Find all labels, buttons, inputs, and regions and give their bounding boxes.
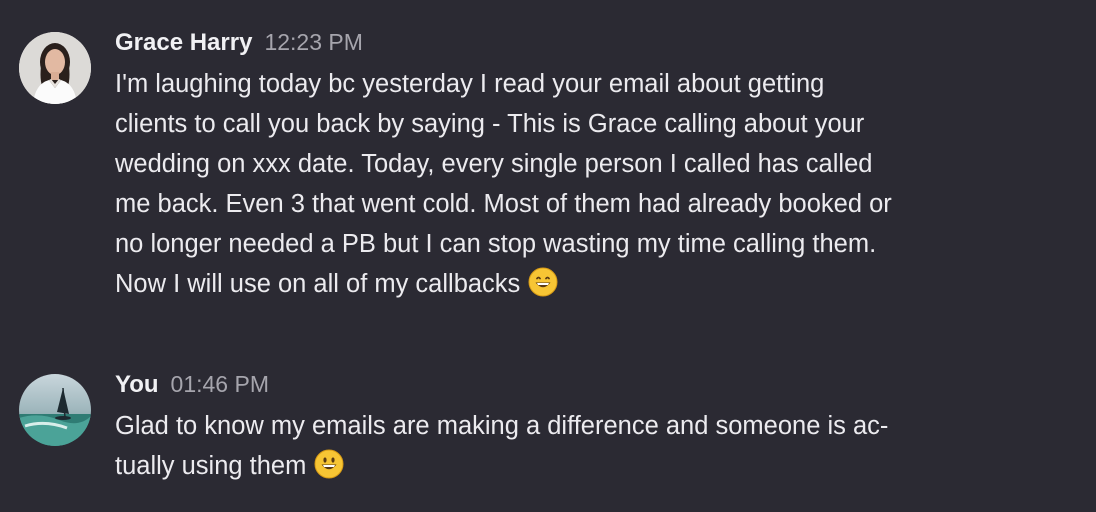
- avatar[interactable]: [19, 374, 91, 446]
- message-last-line: tually using them: [115, 446, 1075, 486]
- message-line: clients to call you back by saying - Thi…: [115, 110, 865, 138]
- message-header: Grace Harry 12:23 PM: [115, 26, 1075, 64]
- author-name[interactable]: You: [115, 371, 159, 399]
- message-content: You 01:46 PM Glad to know my emails are …: [115, 368, 1075, 486]
- grinning-face-icon: [528, 267, 558, 297]
- message-feed: Grace Harry 12:23 PM I'm laughing today …: [0, 0, 1096, 512]
- message-text: Glad to know my emails are making a diff…: [115, 406, 1075, 486]
- avatar[interactable]: [19, 32, 91, 104]
- message-line: me back. Even 3 that went cold. Most of …: [115, 190, 892, 218]
- grinning-face-icon: [314, 449, 344, 479]
- message-line: tually using them: [115, 452, 307, 480]
- message-line: wedding on xxx date. Today, every single…: [115, 150, 873, 178]
- timestamp: 01:46 PM: [170, 371, 269, 397]
- timestamp: 12:23 PM: [264, 29, 363, 55]
- message-line: no longer needed a PB but I can stop was…: [115, 230, 877, 258]
- message-content: Grace Harry 12:23 PM I'm laughing today …: [115, 26, 1075, 304]
- message-text: I'm laughing today bc yesterday I read y…: [115, 64, 1075, 304]
- message-line: Glad to know my emails are making a diff…: [115, 412, 889, 440]
- author-name[interactable]: Grace Harry: [115, 29, 252, 57]
- message-line: I'm laughing today bc yesterday I read y…: [115, 70, 825, 98]
- message-line: Now I will use on all of my callbacks: [115, 270, 521, 298]
- message-header: You 01:46 PM: [115, 368, 1075, 406]
- message-last-line: Now I will use on all of my callbacks: [115, 264, 1075, 304]
